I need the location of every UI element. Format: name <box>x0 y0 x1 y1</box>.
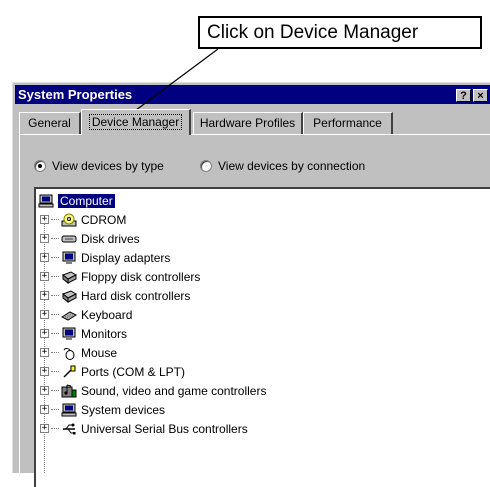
tree-root-computer[interactable]: Computer <box>38 191 115 210</box>
radio-button-icon[interactable] <box>200 160 212 172</box>
callout-text: Click on Device Manager <box>207 22 419 43</box>
device-manager-panel: View devices by type View devices by con… <box>19 134 490 487</box>
mouse-icon <box>63 347 75 360</box>
tree-item[interactable]: + Mouse <box>40 343 117 362</box>
floppy-controller-icon <box>62 270 77 284</box>
computer-icon <box>38 194 54 207</box>
keyboard-icon <box>61 310 77 321</box>
tree-item[interactable]: + Floppy disk controllers <box>40 267 200 286</box>
sound-icon <box>61 384 77 397</box>
tree-item[interactable]: + CDROM <box>40 210 126 229</box>
tree-item[interactable]: + System devices <box>40 400 165 419</box>
close-icon: × <box>477 90 484 102</box>
hard-disk-controller-icon <box>62 289 77 303</box>
tree-item[interactable]: + Display adapters <box>40 248 170 267</box>
radio-view-by-connection[interactable]: View devices by connection <box>200 159 365 173</box>
usb-icon <box>63 423 76 434</box>
tree-item[interactable]: + Keyboard <box>40 305 132 324</box>
display-adapter-icon <box>62 251 76 264</box>
tab-hardware-profiles[interactable]: Hardware Profiles <box>193 112 303 134</box>
device-tree[interactable]: Computer + CDROM + Disk drives + Display… <box>34 187 490 487</box>
system-properties-window: System Properties ? × General Device Man… <box>12 82 490 487</box>
tree-item[interactable]: + Sound, video and game controllers <box>40 381 266 400</box>
monitor-icon <box>62 327 76 340</box>
title-bar[interactable]: System Properties ? × <box>15 85 490 104</box>
system-device-icon <box>61 403 77 416</box>
cdrom-icon <box>61 213 77 226</box>
tab-device-manager[interactable]: Device Manager <box>81 109 191 135</box>
tree-item[interactable]: + Ports (COM & LPT) <box>40 362 185 381</box>
port-icon <box>63 365 76 378</box>
radio-view-by-type[interactable]: View devices by type <box>34 159 164 173</box>
tree-item[interactable]: + Hard disk controllers <box>40 286 190 305</box>
tree-item[interactable]: + Universal Serial Bus controllers <box>40 419 248 438</box>
tree-item[interactable]: + Monitors <box>40 324 127 343</box>
disk-drive-icon <box>61 235 77 242</box>
window-title: System Properties <box>18 87 133 102</box>
tree-item[interactable]: + Disk drives <box>40 229 140 248</box>
close-button[interactable]: × <box>473 89 488 102</box>
radio-button-icon[interactable] <box>34 160 46 172</box>
help-button[interactable]: ? <box>456 89 471 102</box>
callout-box: Click on Device Manager <box>198 16 482 49</box>
tab-general[interactable]: General <box>19 112 81 134</box>
tab-performance[interactable]: Performance <box>303 112 393 134</box>
